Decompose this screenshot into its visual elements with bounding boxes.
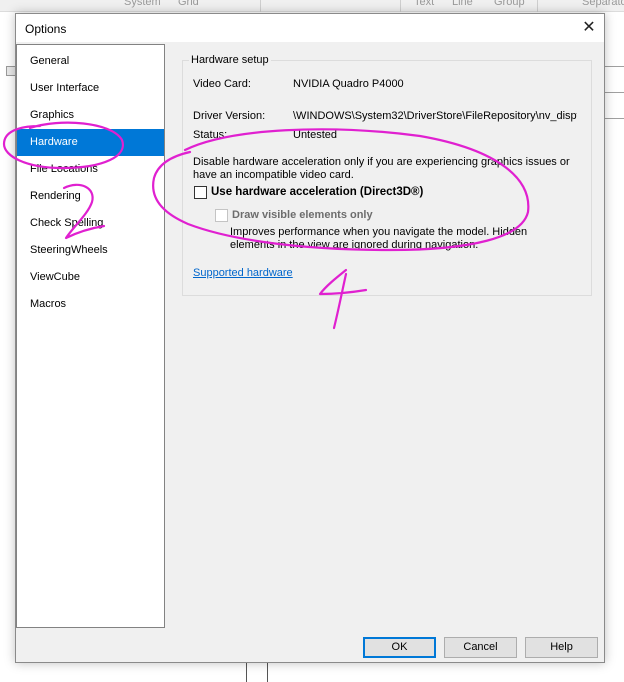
dialog-titlebar: Options ✕ bbox=[16, 14, 604, 42]
nav-item-macros[interactable]: Macros bbox=[17, 291, 164, 318]
driver-version-label: Driver Version: bbox=[193, 110, 266, 122]
nav-item-hardware[interactable]: Hardware bbox=[17, 129, 164, 156]
disable-note-line1: Disable hardware acceleration only if yo… bbox=[193, 156, 570, 168]
video-card-value: NVIDIA Quadro P4000 bbox=[293, 78, 404, 90]
nav-item-rendering[interactable]: Rendering bbox=[17, 183, 164, 210]
draw-visible-label: Draw visible elements only bbox=[232, 209, 373, 221]
options-dialog: Options ✕ General User Interface Graphic… bbox=[15, 13, 605, 663]
group-title: Hardware setup bbox=[189, 54, 271, 66]
video-card-label: Video Card: bbox=[193, 78, 251, 90]
ribbon-label-separator: Separator bbox=[582, 0, 624, 8]
draw-visible-desc-line2: elements in the view are ignored during … bbox=[230, 239, 479, 251]
nav-item-user-interface[interactable]: User Interface bbox=[17, 75, 164, 102]
background-line bbox=[267, 663, 268, 682]
ribbon-divider bbox=[537, 0, 538, 12]
ribbon-label-group: Group bbox=[494, 0, 525, 8]
nav-item-file-locations[interactable]: File Locations bbox=[17, 156, 164, 183]
cancel-button[interactable]: Cancel bbox=[444, 637, 517, 658]
nav-item-check-spelling[interactable]: Check Spelling bbox=[17, 210, 164, 237]
hw-accel-label[interactable]: Use hardware acceleration (Direct3D®) bbox=[211, 186, 423, 198]
supported-hardware-link[interactable]: Supported hardware bbox=[193, 267, 293, 279]
hw-accel-checkbox[interactable] bbox=[194, 186, 207, 199]
ok-button[interactable]: OK bbox=[363, 637, 436, 658]
status-value: Untested bbox=[293, 129, 338, 141]
ribbon-divider bbox=[400, 0, 401, 12]
background-ribbon: System Grid Text Line Group Separator bbox=[0, 0, 624, 12]
ribbon-label-system: System bbox=[124, 0, 161, 8]
draw-visible-checkbox[interactable] bbox=[215, 209, 228, 222]
dialog-title: Options bbox=[25, 22, 67, 36]
nav-item-viewcube[interactable]: ViewCube bbox=[17, 264, 164, 291]
background-line bbox=[246, 663, 247, 682]
disable-note-line2: have an incompatible video card. bbox=[193, 169, 354, 181]
nav-item-steeringwheels[interactable]: SteeringWheels bbox=[17, 237, 164, 264]
help-button[interactable]: Help bbox=[525, 637, 598, 658]
nav-item-general[interactable]: General bbox=[17, 48, 164, 75]
options-nav-list: General User Interface Graphics Hardware… bbox=[16, 44, 165, 628]
close-icon[interactable]: ✕ bbox=[574, 14, 604, 42]
ribbon-label-text: Text bbox=[414, 0, 435, 8]
draw-visible-desc-line1: Improves performance when you navigate t… bbox=[230, 226, 528, 238]
status-label: Status: bbox=[193, 129, 228, 141]
background-line bbox=[604, 66, 624, 67]
ribbon-label-line: Line bbox=[452, 0, 473, 8]
background-line bbox=[604, 92, 624, 93]
ribbon-label-grid: Grid bbox=[178, 0, 199, 8]
hardware-setup-group: Hardware setup Video Card: NVIDIA Quadro… bbox=[182, 54, 592, 296]
driver-version-value: \WINDOWS\System32\DriverStore\FileReposi… bbox=[293, 110, 577, 122]
ribbon-divider bbox=[260, 0, 261, 12]
background-line bbox=[604, 118, 624, 119]
nav-item-graphics[interactable]: Graphics bbox=[17, 102, 164, 129]
